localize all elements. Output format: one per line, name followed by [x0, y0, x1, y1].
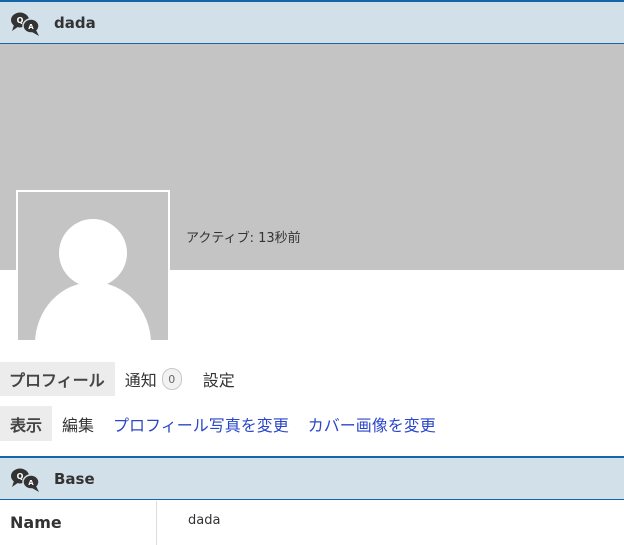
subnav-view[interactable]: 表示 — [0, 406, 53, 441]
default-avatar-icon — [35, 219, 151, 340]
tab-notifications[interactable]: 通知 0 — [115, 362, 182, 396]
tab-settings[interactable]: 設定 — [182, 362, 235, 396]
tab-notifications-label: 通知 — [124, 371, 157, 390]
qa-chat-icon: Q A — [9, 465, 43, 493]
subnav-edit[interactable]: 編集 — [52, 406, 94, 441]
field-value: dada — [188, 513, 221, 528]
svg-text:Q: Q — [17, 16, 24, 25]
field-divider — [156, 501, 157, 545]
profile-tabs: プロフィール 通知 0 設定 — [0, 362, 235, 396]
subnav-change-photo-link[interactable]: プロフィール写真を変更 — [94, 406, 289, 441]
tab-profile[interactable]: プロフィール — [0, 362, 115, 396]
last-active-status: アクティブ: 13秒前 — [186, 231, 301, 246]
profile-header-bar: Q A dada — [0, 0, 624, 44]
svg-text:Q: Q — [17, 472, 24, 481]
avatar — [16, 190, 170, 342]
base-section-title: Base — [54, 469, 95, 488]
base-section-header: Q A Base — [0, 456, 624, 500]
svg-text:A: A — [28, 23, 34, 31]
subnav-change-cover-link[interactable]: カバー画像を変更 — [289, 406, 436, 441]
field-row-name: Name dada — [0, 501, 624, 545]
svg-text:A: A — [28, 479, 34, 487]
profile-subnav: 表示 編集 プロフィール写真を変更 カバー画像を変更 — [0, 406, 436, 441]
profile-username: dada — [54, 13, 96, 32]
field-label: Name — [10, 513, 62, 532]
notification-count-badge: 0 — [161, 368, 182, 390]
qa-chat-icon: Q A — [9, 9, 43, 37]
